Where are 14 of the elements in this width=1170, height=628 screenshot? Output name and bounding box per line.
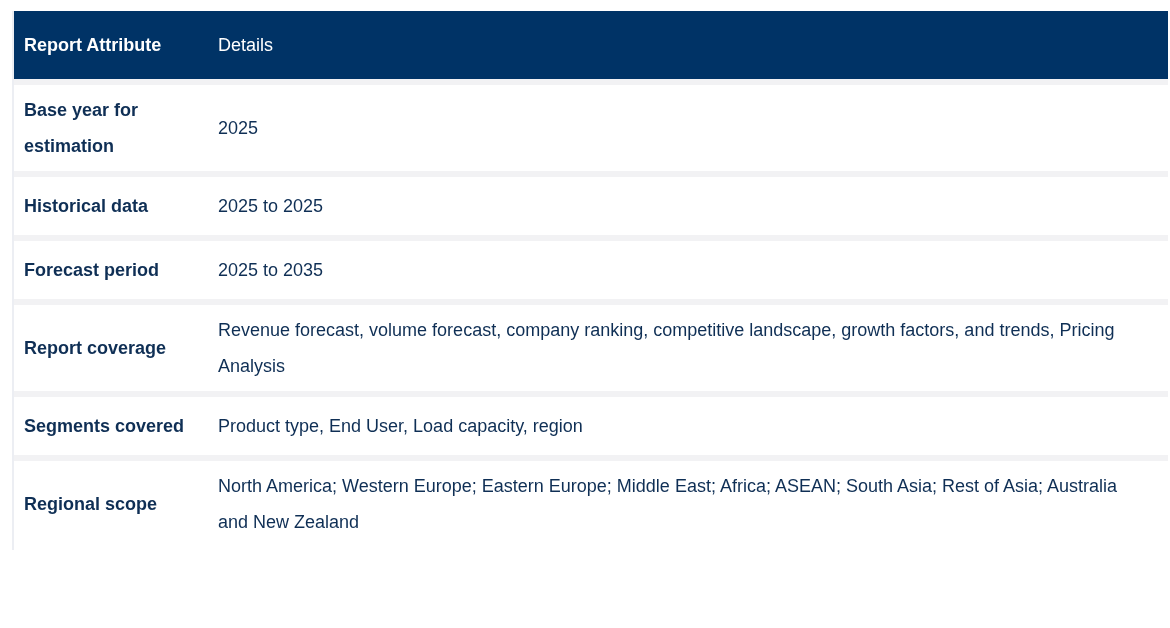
details-cell-text: 2025 to 2025 [217,195,325,218]
attribute-cell-text: Regional scope [23,493,159,516]
details-cell-text: North America; Western Europe; Eastern Europe; Middle East; Africa; ASEAN; South Asia; Rest of Asia; Australia and New Zealand [217,475,1119,534]
attribute-cell-text: Segments covered [23,415,186,438]
column-header: Details [217,34,275,56]
details-cell-text: Revenue forecast, volume forecast, company ranking, competitive landscape, growth factors, and trends, Pricing Analysis [217,319,1116,378]
attribute-cell-text: Base year for estimation [23,99,140,158]
column-header: Report Attribute [23,34,163,56]
details-cell-text: 2025 to 2035 [217,259,325,282]
attribute-cell-text: Report coverage [23,337,168,360]
attribute-cell-text: Forecast period [23,259,161,282]
attribute-cell-text: Historical data [23,195,150,218]
details-cell-text: 2025 [217,117,260,140]
details-cell-text: Product type, End User, Load capacity, region [217,415,584,438]
